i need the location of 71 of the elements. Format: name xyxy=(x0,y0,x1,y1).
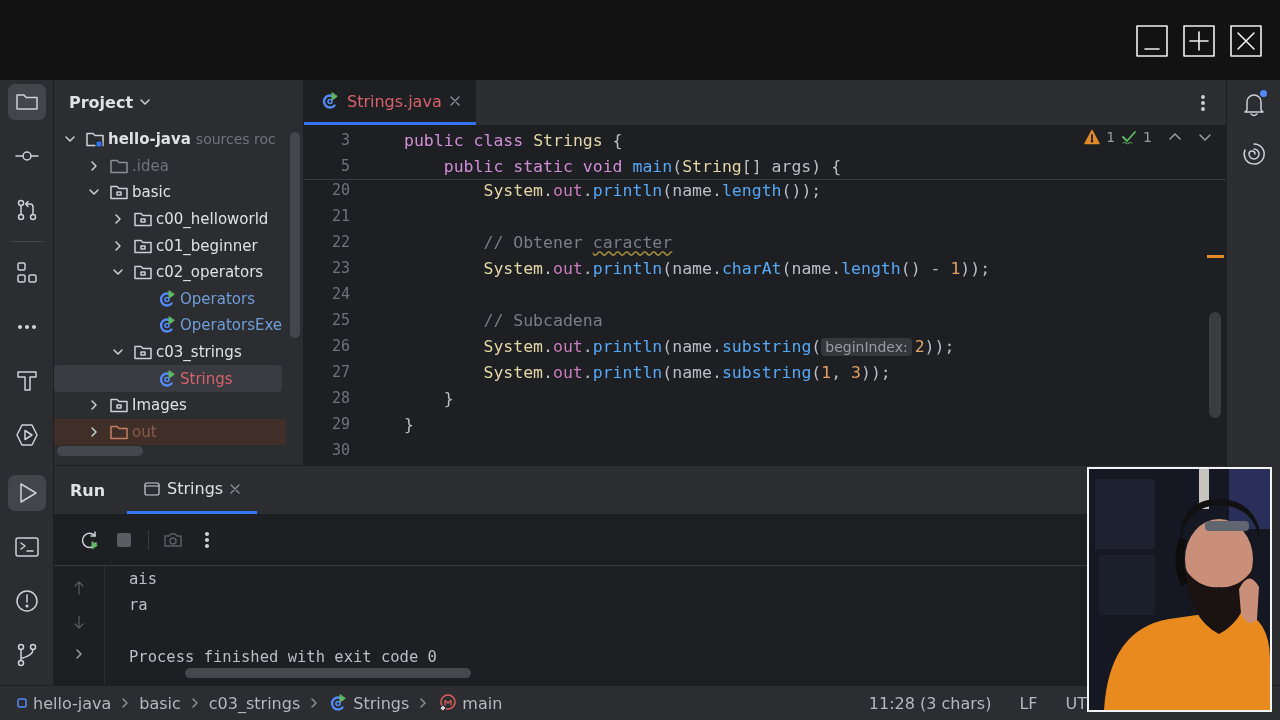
code-line: } xyxy=(404,414,414,434)
class-icon xyxy=(157,368,177,389)
breadcrumb[interactable]: basic xyxy=(139,693,181,713)
panel-title: Run xyxy=(70,479,106,502)
tree-item[interactable]: c03_strings xyxy=(156,343,242,362)
line-number: 28 xyxy=(330,389,350,407)
chevron-down-icon xyxy=(139,96,152,108)
tree-item[interactable]: c01_beginner xyxy=(156,236,258,255)
code-line: System.out.println(name.substring(1, 3)); xyxy=(482,362,891,382)
warning-count: 1 xyxy=(1106,129,1116,145)
module-icon xyxy=(16,697,28,709)
tree-item[interactable]: Images xyxy=(132,396,187,415)
console-output: ra xyxy=(129,595,149,616)
class-icon xyxy=(328,693,349,713)
line-number: 25 xyxy=(330,311,350,329)
class-icon xyxy=(320,91,340,111)
close-tab-icon[interactable] xyxy=(448,95,461,107)
arrow-up-icon[interactable] xyxy=(72,580,86,596)
tree-item-hint: sources roc xyxy=(195,131,276,148)
line-number: 3 xyxy=(339,131,350,149)
class-icon xyxy=(157,288,177,309)
breadcrumb[interactable]: Strings xyxy=(328,693,410,713)
code-line: // Subcadena xyxy=(482,310,603,330)
line-number: 20 xyxy=(330,181,350,199)
line-number: 26 xyxy=(330,337,350,355)
method-icon xyxy=(437,693,458,713)
line-number: 22 xyxy=(330,233,350,251)
file-encoding[interactable]: UT xyxy=(1065,693,1087,713)
code-line: // Obtener caracter xyxy=(482,232,673,252)
tree-item[interactable]: hello-java xyxy=(108,130,191,149)
panel-title: Project xyxy=(69,92,134,112)
breadcrumb[interactable]: c03_strings xyxy=(208,693,301,713)
weak-warning-count: 1 xyxy=(1143,129,1152,145)
code-line: public static void main(String[] args) { xyxy=(442,156,842,176)
tree-item[interactable]: basic xyxy=(132,183,171,202)
cursor-position[interactable]: 11:28 (3 chars) xyxy=(868,693,992,713)
close-icon[interactable] xyxy=(1230,25,1262,57)
line-number: 23 xyxy=(330,259,350,277)
maximize-icon[interactable] xyxy=(1183,25,1215,57)
arrow-down-icon[interactable] xyxy=(72,614,86,630)
line-number: 24 xyxy=(330,285,350,303)
code-line: System.out.println(name.substring( beginIndex: 2)); xyxy=(482,336,955,356)
line-number: 5 xyxy=(339,157,350,175)
line-separator[interactable]: LF xyxy=(1019,693,1038,713)
check-icon xyxy=(1121,129,1138,145)
line-number: 30 xyxy=(330,441,350,459)
code-line: public class Strings { xyxy=(404,130,623,150)
editor-tab[interactable]: Strings.java xyxy=(304,80,476,125)
console-icon xyxy=(143,479,162,498)
tree-item[interactable]: c00_helloworld xyxy=(156,210,269,229)
console-output: Process finished with exit code 0 xyxy=(129,647,438,668)
code-line: } xyxy=(442,388,454,408)
minimize-icon[interactable] xyxy=(1136,25,1168,57)
tree-item[interactable]: Operators xyxy=(180,289,255,308)
chevron-right-icon[interactable] xyxy=(73,648,85,660)
class-icon xyxy=(157,315,177,336)
code-line: System.out.println(name.charAt(name.length() - 1)); xyxy=(482,258,991,278)
rerun-icon[interactable] xyxy=(80,530,100,550)
warning-marker xyxy=(1207,255,1224,258)
tree-item[interactable]: OperatorsExe xyxy=(180,316,283,335)
breadcrumb[interactable]: main xyxy=(437,693,503,713)
close-tab-icon[interactable] xyxy=(229,482,242,495)
line-number: 21 xyxy=(330,207,350,225)
breadcrumb[interactable]: hello-java xyxy=(16,693,112,713)
warning-icon xyxy=(1084,129,1101,145)
code-line: System.out.println(name.length()); xyxy=(482,180,822,200)
more-vertical-icon[interactable] xyxy=(1200,92,1206,113)
line-number: 27 xyxy=(330,363,350,381)
console-output: ais xyxy=(129,569,158,590)
tree-item[interactable]: c02_operators xyxy=(156,263,264,282)
line-number: 29 xyxy=(330,415,350,433)
